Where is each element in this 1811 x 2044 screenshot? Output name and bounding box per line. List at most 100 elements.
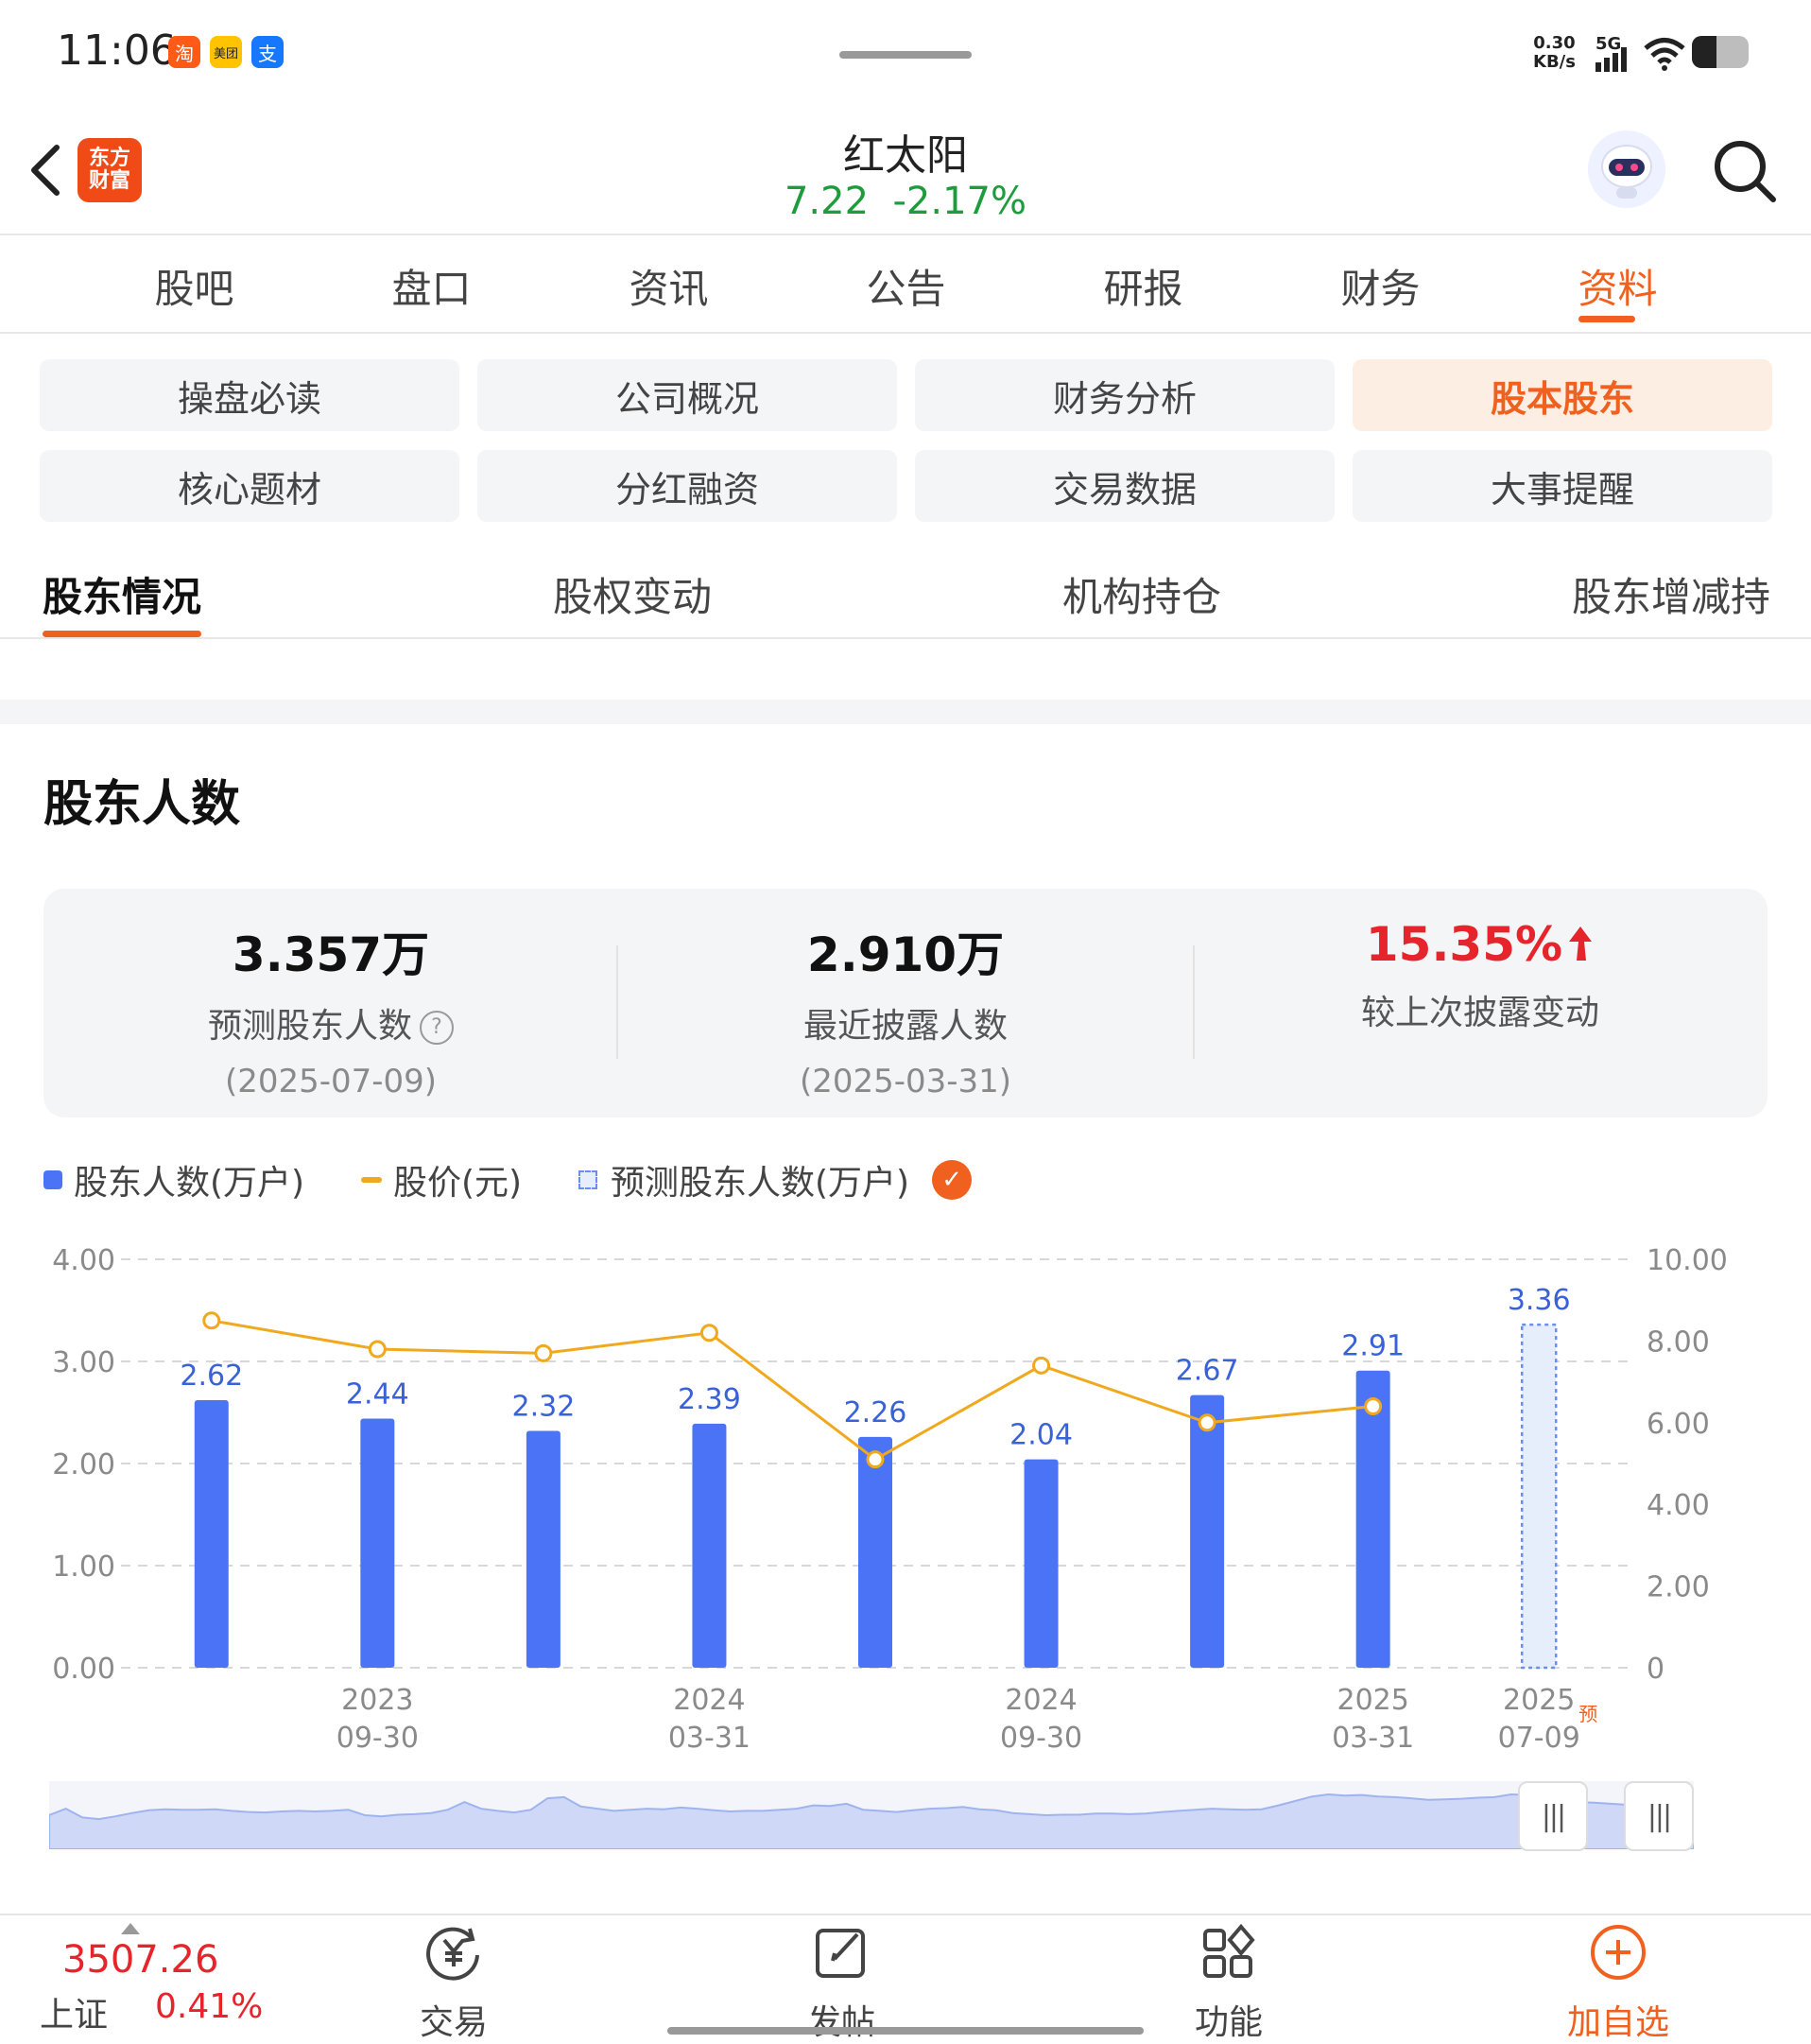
line-swatch-icon	[361, 1177, 382, 1183]
subtab-equity-changes[interactable]: 股权变动	[553, 565, 712, 623]
tab-pankou[interactable]: 盘口	[313, 257, 550, 315]
forecast-value-label: 3.36	[1508, 1284, 1571, 1317]
legend-line[interactable]: 股价(元)	[361, 1155, 522, 1204]
bar	[1190, 1394, 1225, 1668]
tab-profile[interactable]: 资料	[1499, 257, 1736, 315]
y-right-tick-label: 6.00	[1647, 1408, 1710, 1441]
legend-bars[interactable]: 股东人数(万户)	[43, 1155, 304, 1204]
btn-trading-must-read[interactable]: 操盘必读	[40, 359, 459, 431]
tab-news[interactable]: 资讯	[550, 257, 787, 315]
stock-price-line: 7.22 -2.17%	[662, 180, 1149, 223]
y-right-tick-label: 8.00	[1647, 1325, 1710, 1359]
x-tick-date: 09-30	[1000, 1722, 1082, 1755]
nav-add-watchlist[interactable]: 加自选	[1524, 1921, 1713, 2044]
y-right-tick-label: 0	[1647, 1653, 1664, 1686]
y-right-tick-label: 10.00	[1647, 1244, 1728, 1277]
bar-value-label: 2.44	[346, 1377, 409, 1411]
y-left-tick-label: 4.00	[52, 1244, 115, 1277]
section-title: 股东人数	[43, 776, 241, 833]
arrow-up-icon	[1569, 927, 1593, 961]
x-tick-year: 2024	[673, 1684, 745, 1717]
stat-forecast-label: 预测股东人数?	[43, 998, 618, 1048]
tab-research[interactable]: 研报	[1025, 257, 1262, 315]
subtab-holding-changes[interactable]: 股东增减持	[1572, 565, 1770, 623]
stat-change: 15.35% 较上次披露变动	[1193, 917, 1768, 1034]
index-value[interactable]: 3507.26	[62, 1938, 218, 1982]
x-tick-year: 2025	[1503, 1684, 1575, 1717]
top-drag-handle[interactable]	[839, 51, 972, 59]
home-indicator[interactable]	[667, 2027, 1144, 2035]
subtab-institutional-holdings[interactable]: 机构持仓	[1062, 565, 1221, 623]
bar-value-label: 2.91	[1341, 1330, 1405, 1363]
zoom-handle-left[interactable]: |||	[1518, 1781, 1588, 1851]
bar	[526, 1430, 561, 1668]
btn-trading-data[interactable]: 交易数据	[915, 450, 1335, 522]
bar	[858, 1436, 892, 1668]
app-logo[interactable]: 东方 财富	[78, 138, 142, 202]
tab-active-indicator	[1578, 316, 1635, 322]
bar-value-label: 2.04	[1009, 1419, 1073, 1452]
btn-dividends-financing[interactable]: 分红融资	[477, 450, 897, 522]
x-tick-date: 07-09	[1498, 1722, 1580, 1755]
nav-functions[interactable]: 功能	[1134, 1921, 1323, 2044]
y-left-tick-label: 3.00	[52, 1346, 115, 1379]
price-point	[699, 1324, 718, 1342]
cellular-signal-icon	[1595, 47, 1627, 72]
x-tick-date: 03-31	[668, 1722, 750, 1755]
network-speed: 0.30 KB/s	[1533, 33, 1576, 72]
nav-post[interactable]: 发帖	[747, 1921, 936, 2044]
bar	[692, 1423, 727, 1668]
x-tick-date: 03-31	[1332, 1722, 1414, 1755]
bar-swatch-icon	[43, 1170, 62, 1189]
price-point	[368, 1340, 387, 1359]
stat-latest: 2.910万 最近披露人数 (2025-03-31)	[618, 917, 1193, 1100]
index-change[interactable]: 0.41%	[155, 1987, 263, 2026]
forecast-bar	[1520, 1323, 1558, 1670]
stock-name: 红太阳	[843, 131, 968, 180]
shareholders-chart: 0.00 1.00 2.00 3.00 4.00 0 2.00 4.00 6.00 8.00 10.…	[52, 1244, 1728, 1755]
stat-forecast-date: (2025-07-09)	[224, 1063, 438, 1100]
status-time: 11:06	[57, 26, 177, 75]
index-name[interactable]: 上证	[40, 1987, 108, 2036]
legend-forecast[interactable]: 预测股东人数(万户) ✓	[578, 1155, 973, 1204]
btn-equity-shareholders[interactable]: 股本股东	[1353, 359, 1772, 431]
stock-price: 7.22	[784, 180, 870, 223]
y-left-tick-label: 2.00	[52, 1448, 115, 1481]
zoom-handle-right[interactable]: |||	[1624, 1781, 1694, 1851]
x-tick-year: 2023	[341, 1684, 413, 1717]
btn-events-reminder[interactable]: 大事提醒	[1353, 450, 1772, 522]
tab-finance[interactable]: 财务	[1262, 257, 1499, 315]
chart-overview-slider[interactable]	[49, 1781, 1694, 1849]
nav-trade[interactable]: 交易	[359, 1921, 548, 2044]
bar	[194, 1400, 229, 1668]
forecast-tag: 预	[1578, 1703, 1597, 1725]
btn-company-overview[interactable]: 公司概况	[477, 359, 897, 431]
subtab-active-indicator	[43, 631, 201, 637]
taobao-icon: 淘	[168, 36, 200, 68]
stat-forecast-value: 3.357万	[232, 927, 430, 982]
tab-guba[interactable]: 股吧	[76, 257, 313, 315]
alipay-icon: 支	[251, 36, 284, 68]
back-icon[interactable]	[25, 142, 66, 199]
search-icon[interactable]	[1711, 137, 1779, 205]
subtab-shareholders[interactable]: 股东情况	[43, 565, 201, 623]
wifi-icon	[1644, 38, 1685, 71]
tab-announcements[interactable]: 公告	[787, 257, 1025, 315]
post-icon	[816, 1929, 865, 1978]
tabs-divider	[0, 332, 1811, 334]
stat-latest-label: 最近披露人数	[802, 1007, 1008, 1046]
meituan-icon: 美团	[210, 36, 242, 68]
price-point	[866, 1450, 885, 1469]
assistant-robot-icon[interactable]	[1588, 130, 1665, 208]
price-point	[534, 1343, 553, 1362]
help-icon[interactable]: ?	[420, 1011, 454, 1045]
btn-financial-analysis[interactable]: 财务分析	[915, 359, 1335, 431]
stat-latest-date: (2025-03-31)	[799, 1063, 1012, 1100]
stat-forecast: 3.357万 预测股东人数? (2025-07-09)	[43, 917, 618, 1100]
y-left-tick-label: 1.00	[52, 1550, 115, 1584]
price-point	[1198, 1413, 1216, 1432]
x-tick-year: 2025	[1337, 1684, 1408, 1717]
x-tick-date: 09-30	[336, 1722, 419, 1755]
check-icon[interactable]: ✓	[932, 1160, 973, 1200]
btn-core-themes[interactable]: 核心题材	[40, 450, 459, 522]
